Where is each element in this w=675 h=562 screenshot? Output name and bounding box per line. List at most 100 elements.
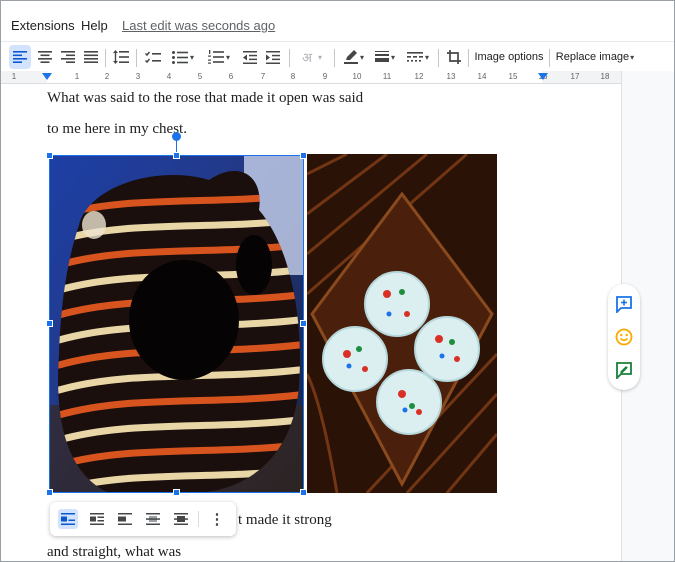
align-center-icon	[38, 51, 52, 63]
more-options-icon: ⋮	[209, 511, 225, 528]
behind-text-button[interactable]	[143, 509, 163, 529]
paragraph-line: t made it strong	[238, 512, 332, 528]
align-left-button[interactable]	[9, 45, 31, 69]
input-tools-icon: अ	[302, 51, 312, 66]
chevron-down-icon: ▾	[189, 52, 194, 62]
add-comment-icon	[616, 296, 632, 313]
resize-handle-left[interactable]	[46, 320, 53, 327]
ruler-label: 9	[322, 72, 328, 81]
resize-handle-top[interactable]	[173, 152, 180, 159]
resize-handle-right[interactable]	[300, 320, 307, 327]
paragraph-line: and straight, what was	[47, 544, 182, 560]
wrap-text-button[interactable]	[87, 509, 107, 529]
ruler-label: 8	[290, 72, 296, 81]
resize-handle-top-right[interactable]	[300, 152, 307, 159]
suggest-edits-icon	[616, 362, 632, 379]
checklist-button[interactable]	[141, 45, 165, 69]
replace-image-button[interactable]: Replace image ▾	[555, 45, 635, 69]
image-wooden-tray-coasters[interactable]	[307, 154, 497, 493]
align-right-icon	[61, 51, 75, 63]
numbered-list-icon	[207, 50, 224, 64]
border-color-icon	[343, 50, 358, 64]
image-options-button[interactable]: Image options	[473, 45, 545, 69]
menu-extensions[interactable]: Extensions	[11, 18, 75, 33]
resize-handle-bottom-right[interactable]	[300, 489, 307, 496]
ruler-label: 17	[570, 72, 580, 81]
image-wrap-toolbar: ⋮	[50, 502, 236, 536]
line-spacing-icon	[113, 50, 129, 64]
ruler-label: 4	[166, 72, 172, 81]
decrease-indent-button[interactable]	[239, 45, 261, 69]
toolbar-divider	[549, 49, 550, 67]
striped-pot-photo	[49, 155, 304, 493]
border-weight-button[interactable]: ▾	[371, 45, 399, 69]
chevron-down-icon: ▾	[630, 52, 635, 62]
in-line-icon	[61, 513, 75, 525]
paragraph-line: to me here in my chest.	[47, 121, 187, 137]
resize-handle-bottom[interactable]	[173, 489, 180, 496]
align-right-button[interactable]	[57, 45, 79, 69]
left-indent-marker[interactable]	[42, 73, 52, 80]
toolbar-divider	[438, 49, 439, 67]
input-tools-button[interactable]: अ ▾	[295, 45, 329, 69]
floating-side-tools	[608, 284, 640, 390]
justify-button[interactable]	[80, 45, 102, 69]
replace-image-label: Replace image	[555, 51, 630, 63]
toolbar-divider	[136, 49, 137, 67]
resize-handle-top-left[interactable]	[46, 152, 53, 159]
decrease-indent-icon	[243, 50, 257, 64]
break-text-button[interactable]	[115, 509, 135, 529]
ruler-label: 12	[414, 72, 424, 81]
selected-image-striped-pot[interactable]	[49, 155, 304, 493]
ruler-label: 1	[74, 72, 80, 81]
ruler-label: 18	[600, 72, 610, 81]
add-comment-button[interactable]	[614, 294, 634, 314]
justify-icon	[84, 51, 98, 63]
bulleted-list-button[interactable]: ▾	[167, 45, 199, 69]
bulleted-list-icon	[171, 50, 188, 64]
toolbar-divider	[289, 49, 290, 67]
rotate-handle[interactable]	[172, 132, 181, 141]
border-color-button[interactable]: ▾	[340, 45, 368, 69]
ruler[interactable]: 1 1 2 3 4 5 6 7 8 9 10 11 12 13 14 15 16…	[1, 71, 621, 84]
numbered-list-button[interactable]: ▾	[203, 45, 235, 69]
crop-button[interactable]	[443, 45, 465, 69]
app-window: Extensions Help Last edit was seconds ag…	[0, 0, 675, 562]
ruler-label: 3	[135, 72, 141, 81]
ruler-label: 15	[508, 72, 518, 81]
line-spacing-button[interactable]	[110, 45, 132, 69]
wrap-text-icon	[90, 513, 104, 525]
resize-handle-bottom-left[interactable]	[46, 489, 53, 496]
emoji-reaction-icon	[615, 328, 633, 346]
ruler-label: 11	[382, 72, 392, 81]
ruler-label: 13	[446, 72, 456, 81]
menu-help[interactable]: Help	[81, 18, 108, 33]
align-left-icon	[13, 51, 27, 63]
chevron-down-icon: ▾	[225, 52, 230, 62]
toolbar: ▾ ▾ अ ▾ ▾ ▾ ▾ Image options Replace imag…	[1, 41, 674, 71]
align-center-button[interactable]	[34, 45, 56, 69]
chevron-down-icon: ▾	[424, 52, 429, 62]
toolbar-divider	[334, 49, 335, 67]
paragraph-line: What was said to the rose that made it o…	[47, 90, 364, 106]
ruler-label: 6	[228, 72, 234, 81]
image-toolbar-divider	[198, 511, 199, 527]
emoji-reaction-button[interactable]	[614, 327, 634, 347]
chevron-down-icon: ▾	[390, 52, 395, 62]
ruler-label: 14	[477, 72, 487, 81]
ruler-label: 2	[104, 72, 110, 81]
last-edit-link[interactable]: Last edit was seconds ago	[122, 18, 275, 33]
toolbar-divider	[468, 49, 469, 67]
ruler-label: 1	[11, 72, 17, 81]
border-dash-button[interactable]: ▾	[402, 45, 434, 69]
increase-indent-button[interactable]	[262, 45, 284, 69]
chevron-down-icon: ▾	[359, 52, 364, 62]
in-line-button[interactable]	[58, 509, 78, 529]
more-options-button[interactable]: ⋮	[207, 509, 227, 529]
toolbar-divider	[105, 49, 106, 67]
image-options-label: Image options	[474, 51, 544, 63]
right-indent-marker[interactable]	[538, 73, 548, 80]
suggest-edits-button[interactable]	[614, 360, 634, 380]
in-front-of-text-button[interactable]	[171, 509, 191, 529]
wooden-tray-photo	[307, 154, 497, 493]
